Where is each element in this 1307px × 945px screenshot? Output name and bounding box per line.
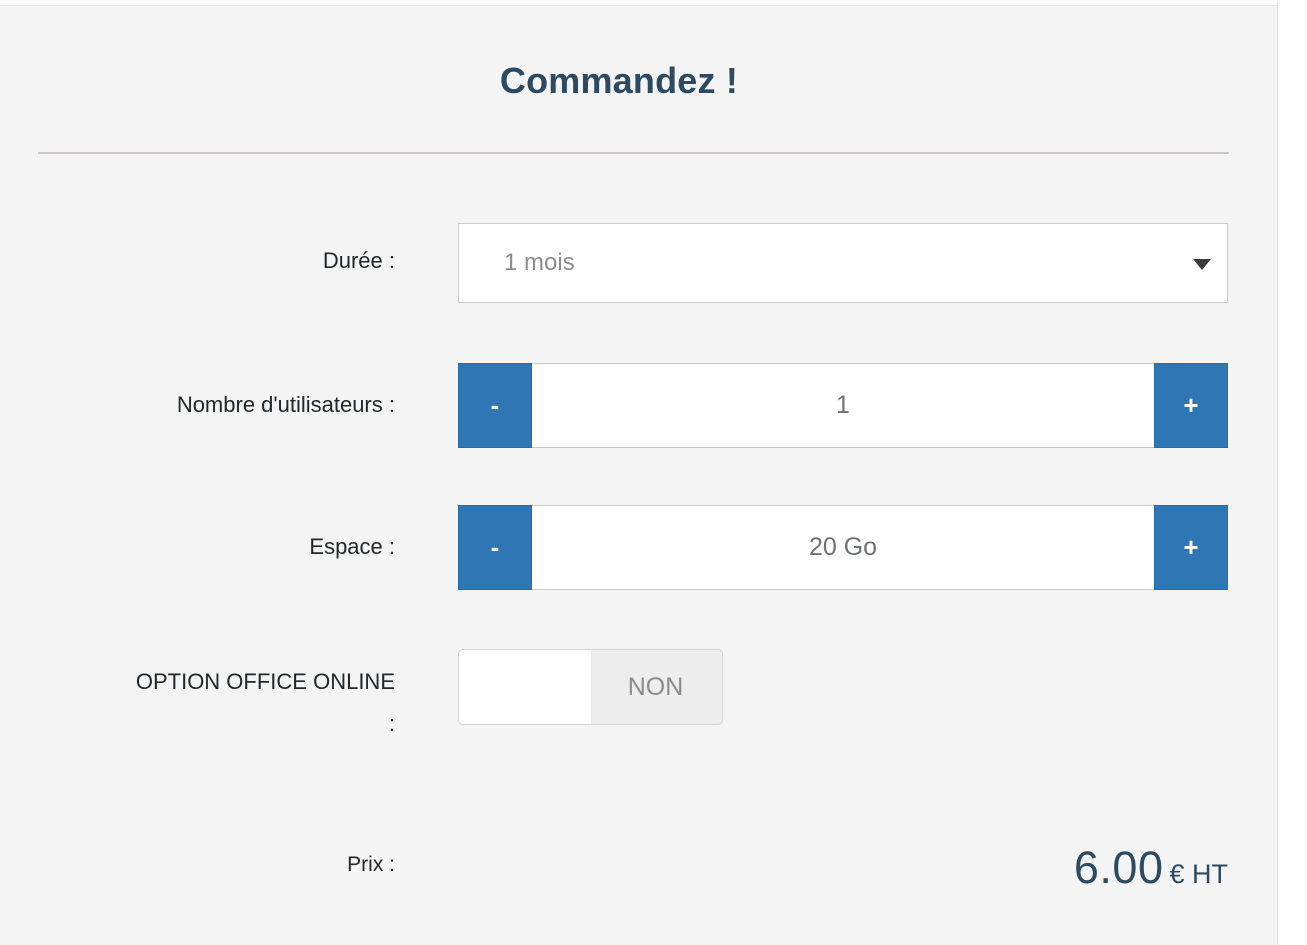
toggle-knob	[459, 650, 591, 724]
price-amount: 6.00	[1073, 842, 1164, 893]
users-label: Nombre d'utilisateurs :	[176, 392, 395, 417]
chevron-down-icon	[1193, 259, 1211, 270]
office-online-label: OPTION OFFICE ONLINE :	[0, 661, 395, 745]
office-online-toggle[interactable]: NON	[458, 649, 723, 725]
duration-selected-value: 1 mois	[504, 249, 575, 276]
space-decrement-button[interactable]: -	[458, 505, 532, 590]
users-input[interactable]: 1	[532, 363, 1154, 448]
users-stepper: - 1 +	[458, 363, 1228, 448]
price-currency-unit: € HT	[1169, 859, 1228, 889]
duration-select[interactable]: 1 mois	[458, 223, 1228, 303]
order-page: Commandez ! Durée : 1 mois Nombre d'util…	[0, 0, 1307, 945]
office-online-label-line2: :	[388, 711, 395, 736]
order-panel: Commandez ! Durée : 1 mois Nombre d'util…	[0, 0, 1278, 945]
space-increment-button[interactable]: +	[1154, 505, 1228, 590]
space-label: Espace :	[309, 534, 395, 559]
price-label: Prix :	[347, 853, 395, 876]
space-input[interactable]: 20 Go	[532, 505, 1154, 590]
space-stepper: - 20 Go +	[458, 505, 1228, 590]
office-online-label-line1: OPTION OFFICE ONLINE	[135, 669, 395, 694]
users-decrement-button[interactable]: -	[458, 363, 532, 448]
page-title: Commandez !	[499, 60, 739, 101]
duration-label: Durée :	[322, 248, 395, 273]
title-divider	[38, 152, 1229, 154]
price-value: 6.00 € HT	[458, 842, 1228, 894]
users-increment-button[interactable]: +	[1154, 363, 1228, 448]
office-online-state: NON	[627, 672, 684, 701]
